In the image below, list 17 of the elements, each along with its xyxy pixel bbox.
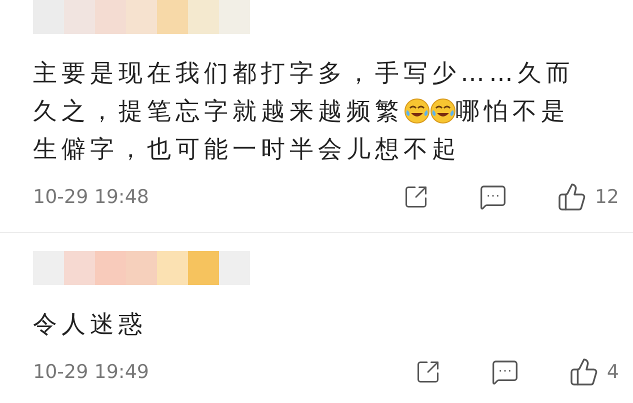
comment-icon[interactable] [490,358,519,386]
laughing-crying-emoji-icon [430,98,456,124]
comment-text: 哪怕不是 [456,96,570,127]
comment-text: 生僻字，也可能一时半会儿想不起 [33,134,460,165]
comment-time: 10-29 19:48 [33,184,150,210]
share-icon[interactable] [414,359,441,385]
comment-text: 令人迷惑 [33,309,147,340]
laughing-crying-emoji-icon [404,98,430,124]
share-icon[interactable] [402,184,429,210]
comment-text: 久之，提笔忘字就越来越频繁 [33,96,404,127]
comment-text: 主要是现在我们都打字多，手写少……久而 [33,58,574,89]
comment-time: 10-29 19:49 [33,360,150,385]
comment-icon[interactable] [478,183,507,211]
thumbs-up-icon [568,357,599,387]
thumbs-up-icon [556,182,587,212]
like-button[interactable]: 4 [568,357,619,387]
like-button[interactable]: 12 [556,182,619,212]
